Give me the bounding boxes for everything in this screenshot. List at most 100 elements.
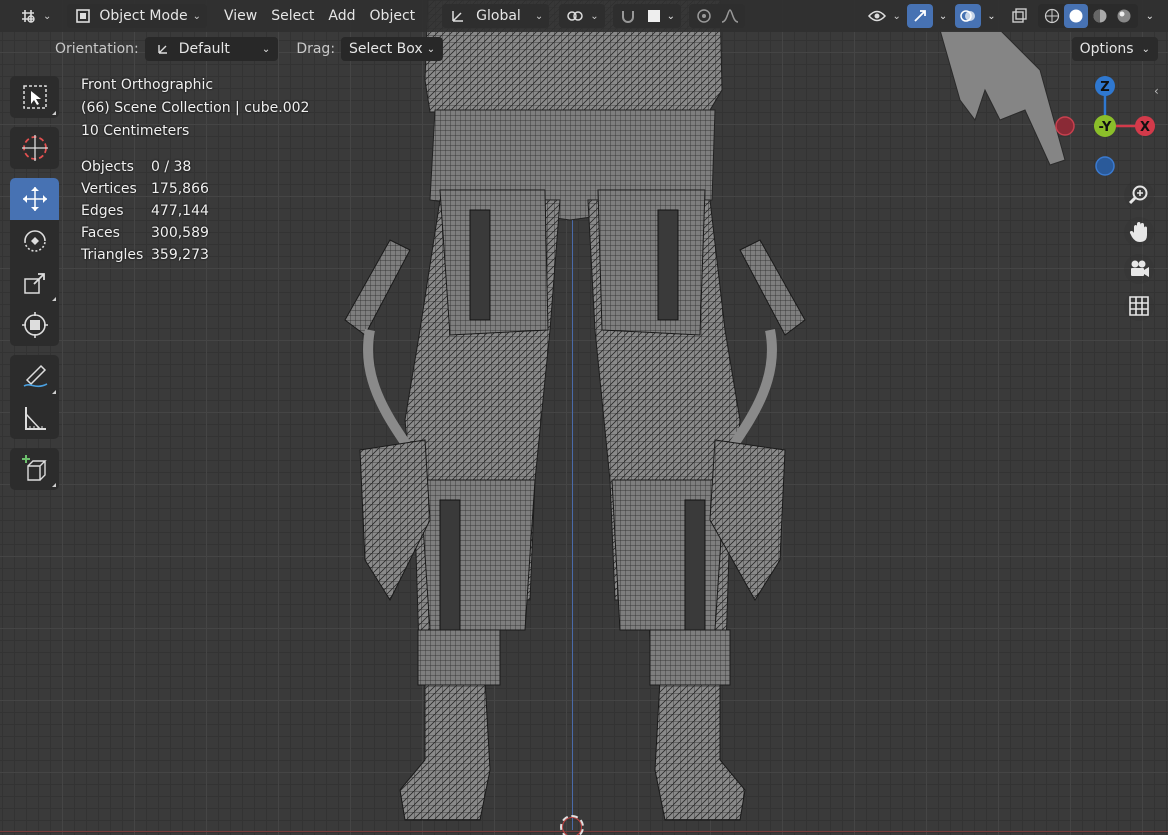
chevron-down-icon: ⌄: [892, 10, 901, 22]
cursor-tool[interactable]: [10, 127, 59, 169]
add-cube-tool[interactable]: [10, 448, 59, 490]
drag-dropdown[interactable]: Select Box ⌄: [341, 37, 444, 61]
scene-statistics: Objects 0 / 38 Vertices 175,866 Edges 477,1…: [81, 156, 209, 266]
stat-value: 477,144: [151, 203, 209, 219]
stat-row: Edges 477,144: [81, 200, 209, 222]
sidebar-toggle-icon[interactable]: ‹: [1154, 84, 1159, 98]
z-axis-label: Z: [1100, 80, 1109, 95]
left-toolbar: [10, 76, 59, 499]
scale-tool[interactable]: [10, 262, 59, 304]
cursor-icon: [21, 135, 48, 161]
pan-button[interactable]: [1124, 217, 1154, 247]
scale-icon: [23, 273, 45, 294]
move-icon: [22, 187, 47, 211]
menu-view[interactable]: View: [217, 4, 264, 28]
drag-value: Select Box: [349, 41, 423, 57]
3d-cursor[interactable]: [560, 815, 584, 835]
stat-value: 0 / 38: [151, 159, 192, 175]
chevron-down-icon[interactable]: ⌄: [987, 11, 995, 22]
menu-select[interactable]: Select: [264, 4, 321, 28]
proportional-edit-group: [688, 4, 745, 28]
stat-row: Vertices 175,866: [81, 178, 209, 200]
pivot-point-dropdown[interactable]: ⌄: [559, 4, 605, 28]
orientation-axes-icon: [448, 6, 468, 26]
falloff-curve-icon[interactable]: [717, 4, 743, 28]
proportional-edit-icon[interactable]: [691, 4, 717, 28]
rotate-icon: [23, 230, 46, 252]
overlays-toggle-icon[interactable]: [955, 4, 982, 28]
visibility-dropdown[interactable]: ⌄: [861, 4, 906, 28]
stat-value: 175,866: [151, 181, 209, 197]
chevron-down-icon: ⌄: [43, 10, 52, 22]
chevron-down-icon: ⌄: [590, 10, 599, 22]
wireframe-mesh[interactable]: [330, 0, 810, 835]
stat-value: 300,589: [151, 225, 209, 241]
gizmo-toggle-icon[interactable]: [906, 4, 933, 28]
annotate-tool[interactable]: [10, 355, 59, 397]
chevron-down-icon[interactable]: ⌄: [939, 11, 947, 22]
select-box-tool[interactable]: [10, 76, 59, 118]
x-axis-label: X: [1140, 120, 1150, 135]
measure-ruler-icon: [24, 407, 46, 430]
collection-info: (66) Scene Collection | cube.002: [81, 100, 310, 116]
orientation-value: Default: [178, 41, 230, 57]
chevron-down-icon: ⌄: [534, 10, 544, 22]
stat-label: Objects: [81, 159, 134, 175]
grid-scale: 10 Centimeters: [81, 123, 190, 139]
ortho-toggle-button[interactable]: [1124, 291, 1154, 321]
snapping-group: ⌄: [612, 4, 681, 28]
zoom-button[interactable]: [1124, 180, 1154, 210]
options-button[interactable]: Options ⌄: [1071, 37, 1158, 61]
menu-add[interactable]: Add: [321, 4, 362, 28]
stat-row: Faces 300,589: [81, 222, 209, 244]
chevron-down-icon: ⌄: [426, 43, 436, 55]
stat-row: Triangles 359,273: [81, 244, 209, 266]
neg-x-axis-handle: [1055, 116, 1075, 136]
stat-label: Faces: [81, 225, 120, 241]
stat-label: Triangles: [81, 247, 144, 263]
zoom-magnifier-icon: [1128, 185, 1148, 205]
stat-value: 359,273: [151, 247, 209, 263]
transform-orientation-label: Global: [476, 8, 521, 24]
pan-hand-icon: [1129, 222, 1147, 242]
measure-tool[interactable]: [10, 397, 59, 439]
move-tool[interactable]: [10, 178, 59, 220]
chevron-down-icon: ⌄: [192, 10, 201, 22]
chevron-down-icon[interactable]: ⌄: [667, 11, 679, 22]
solid-shading-icon[interactable]: [1063, 4, 1088, 28]
chevron-down-icon[interactable]: ⌄: [1146, 11, 1154, 22]
wireframe-shading-icon[interactable]: [1040, 4, 1064, 28]
viewport-info: Front Orthographic (66) Scene Collection…: [81, 74, 309, 143]
navigation-buttons: [1124, 180, 1154, 328]
add-cube-icon: [21, 455, 47, 481]
orientation-dropdown[interactable]: Default ⌄: [144, 37, 279, 61]
tool-settings-bar: Orientation: Default ⌄ Drag: Select Box …: [0, 32, 1168, 66]
camera-icon: [1131, 260, 1149, 277]
grid-icon: [1129, 296, 1149, 316]
transform-tool[interactable]: [10, 304, 59, 346]
material-shading-icon[interactable]: [1088, 4, 1112, 28]
chevron-down-icon: ⌄: [261, 43, 271, 55]
camera-view-button[interactable]: [1124, 254, 1154, 284]
orientation-icon: [153, 39, 173, 59]
viewport-header: ⌄ Object Mode ⌄ View Select Add Object G…: [0, 0, 1168, 32]
menu-object[interactable]: Object: [363, 4, 423, 28]
snap-increment-icon[interactable]: [641, 4, 667, 28]
editor-type-icon: [18, 6, 38, 26]
transform-orientation-dropdown[interactable]: Global ⌄: [442, 4, 550, 28]
xray-toggle-icon[interactable]: [1006, 4, 1032, 28]
rendered-shading-icon[interactable]: [1112, 4, 1136, 28]
annotate-pencil-icon: [23, 364, 47, 388]
editor-type-button[interactable]: ⌄: [12, 4, 57, 28]
rotate-tool[interactable]: [10, 220, 59, 262]
options-label: Options: [1079, 41, 1134, 57]
mode-label: Object Mode: [99, 8, 188, 24]
snap-magnet-icon[interactable]: [615, 4, 641, 28]
chevron-down-icon: ⌄: [1141, 43, 1150, 55]
mode-selector[interactable]: Object Mode ⌄: [67, 4, 207, 28]
view-name: Front Orthographic: [81, 77, 214, 93]
navigation-gizmo[interactable]: Z X -Y: [1050, 72, 1160, 182]
neg-z-axis-handle: [1095, 156, 1115, 176]
link-icon: [565, 6, 585, 26]
stat-label: Vertices: [81, 181, 137, 197]
